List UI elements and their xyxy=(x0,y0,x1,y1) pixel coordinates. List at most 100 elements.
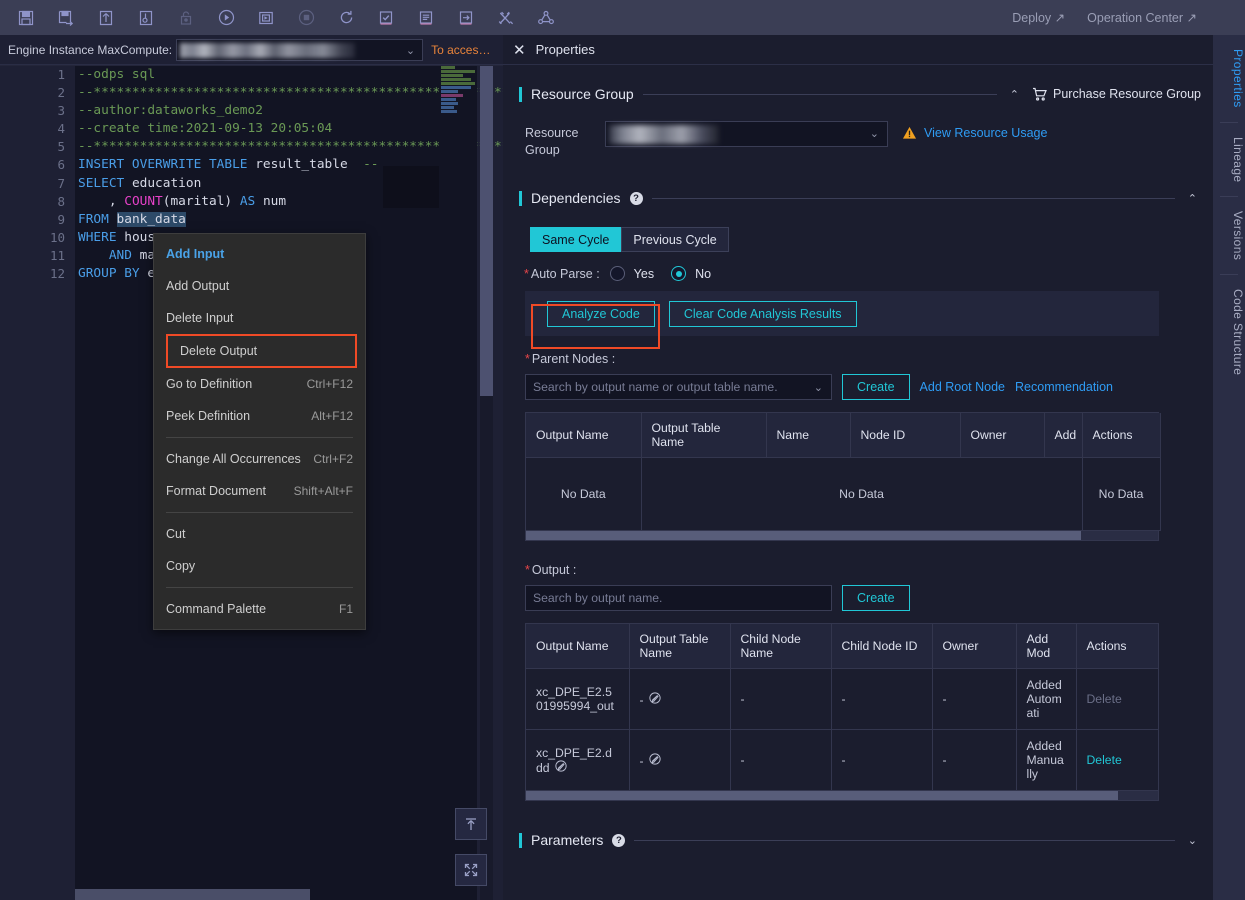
edit-pencil-icon[interactable] xyxy=(649,754,661,768)
context-menu-item[interactable]: Format DocumentShift+Alt+F xyxy=(154,475,365,507)
context-menu-separator xyxy=(166,437,353,438)
output-search-wrapper[interactable] xyxy=(525,585,832,611)
collapse-chevron-icon[interactable]: ⌃ xyxy=(1184,192,1201,205)
close-icon[interactable]: ✕ xyxy=(513,41,526,59)
line-number: 5 xyxy=(0,138,75,156)
side-tab-properties[interactable]: Properties xyxy=(1213,35,1245,122)
save-icon[interactable] xyxy=(6,1,46,35)
editor-horizontal-scrollbar-thumb[interactable] xyxy=(75,889,310,900)
section-divider xyxy=(652,198,1175,199)
auto-parse-radio-no[interactable] xyxy=(671,266,686,281)
chevron-down-icon: ⌄ xyxy=(406,44,415,57)
editor-floating-buttons xyxy=(455,794,487,886)
auto-parse-radio-label: No xyxy=(695,267,711,281)
auto-parse-label: *Auto Parse : xyxy=(524,267,600,281)
context-menu-separator xyxy=(166,512,353,513)
resource-group-select[interactable]: ⌄ xyxy=(605,121,888,147)
required-marker: * xyxy=(525,352,530,366)
lineage-graph-icon[interactable] xyxy=(526,1,566,35)
output-table-hscrollbar[interactable] xyxy=(526,791,1158,800)
code-line[interactable]: --**************************************… xyxy=(75,84,440,102)
debug-icon[interactable] xyxy=(126,1,166,35)
editor-context-menu[interactable]: Add InputAdd OutputDelete InputDelete Ou… xyxy=(153,233,366,630)
delete-output-button: Delete xyxy=(1087,692,1122,706)
side-tab-lineage[interactable]: Lineage xyxy=(1213,123,1245,197)
operation-center-link[interactable]: Operation Center ↗ xyxy=(1087,10,1197,25)
deploy-link[interactable]: Deploy ↗ xyxy=(1012,10,1065,25)
edit-pencil-icon[interactable] xyxy=(649,693,661,707)
parent-nodes-search-wrapper[interactable]: ⌄ xyxy=(525,374,832,400)
help-icon[interactable]: ? xyxy=(612,834,625,847)
editor-vertical-scrollbar-thumb[interactable] xyxy=(480,66,493,396)
analyze-code-button[interactable]: Analyze Code xyxy=(547,301,655,327)
code-line[interactable]: FROM bank_data xyxy=(75,211,440,229)
parent-nodes-create-button[interactable]: Create xyxy=(842,374,910,400)
scroll-to-top-button[interactable] xyxy=(455,808,487,840)
context-menu-item-label: Peek Definition xyxy=(166,409,250,423)
code-token: -- xyxy=(363,157,378,172)
code-line[interactable]: --author:dataworks_demo2 xyxy=(75,102,440,120)
edit-pencil-icon[interactable] xyxy=(555,761,567,775)
context-menu-item[interactable]: Add Input xyxy=(154,238,365,270)
clear-code-analysis-results-button[interactable]: Clear Code Analysis Results xyxy=(669,301,857,327)
output-create-button[interactable]: Create xyxy=(842,585,910,611)
code-line[interactable]: --odps sql xyxy=(75,66,440,84)
minimap-line xyxy=(441,98,456,101)
view-resource-usage-link[interactable]: View Resource Usage xyxy=(902,121,1047,140)
scrollbar-thumb[interactable] xyxy=(526,791,1118,800)
auto-parse-radio-yes[interactable] xyxy=(610,266,625,281)
line-number: 10 xyxy=(0,229,75,247)
scrollbar-thumb[interactable] xyxy=(526,531,1081,540)
run-with-params-icon[interactable] xyxy=(246,1,286,35)
precheck-icon[interactable] xyxy=(366,1,406,35)
run-icon[interactable] xyxy=(206,1,246,35)
cycle-tab-previous-cycle[interactable]: Previous Cycle xyxy=(621,227,728,252)
code-token: result_table xyxy=(255,157,363,172)
code-token: education xyxy=(132,176,201,191)
resource-group-title: Resource Group xyxy=(531,86,634,102)
auto-parse-row: *Auto Parse : YesNo xyxy=(524,266,1213,281)
line-number: 2 xyxy=(0,84,75,102)
editor-hover-shadow xyxy=(383,166,440,208)
fullscreen-button[interactable] xyxy=(455,854,487,886)
expand-chevron-icon[interactable]: ⌄ xyxy=(1184,834,1201,847)
analyze-code-band: Analyze Code Clear Code Analysis Results xyxy=(525,291,1159,336)
output-column-header: Add Mod xyxy=(1016,624,1076,669)
parent-nodes-table-hscrollbar[interactable] xyxy=(526,531,1158,540)
submit-upload-icon[interactable] xyxy=(86,1,126,35)
context-menu-item[interactable]: Command PaletteF1 xyxy=(154,593,365,625)
go-to-icon[interactable] xyxy=(446,1,486,35)
context-menu-item[interactable]: Delete Output xyxy=(168,336,355,366)
side-tab-code-structure[interactable]: Code Structure xyxy=(1213,275,1245,389)
output-search-input[interactable] xyxy=(533,591,831,605)
top-toolbar: Deploy ↗ Operation Center ↗ xyxy=(0,0,1245,35)
add-root-node-link[interactable]: Add Root Node xyxy=(920,380,1005,394)
recommendation-link[interactable]: Recommendation xyxy=(1015,380,1113,394)
delete-output-button[interactable]: Delete xyxy=(1087,753,1122,767)
context-menu-item[interactable]: Add Output xyxy=(154,270,365,302)
engine-instance-select[interactable]: ⌄ xyxy=(176,39,423,61)
format-icon[interactable] xyxy=(486,1,526,35)
context-menu-item[interactable]: Peek DefinitionAlt+F12 xyxy=(154,400,365,432)
output-label: *Output : xyxy=(525,563,1213,577)
parent-nodes-search-input[interactable] xyxy=(533,380,831,394)
to-access-link[interactable]: To acces… xyxy=(431,43,490,57)
help-icon[interactable]: ? xyxy=(630,192,643,205)
section-divider xyxy=(634,840,1174,841)
context-menu-item[interactable]: Cut xyxy=(154,518,365,550)
refresh-icon[interactable] xyxy=(326,1,366,35)
context-menu-item[interactable]: Change All OccurrencesCtrl+F2 xyxy=(154,443,365,475)
code-line[interactable]: --create time:2021-09-13 20:05:04 xyxy=(75,120,440,138)
collapse-chevron-icon[interactable]: ⌃ xyxy=(1006,88,1023,101)
save-as-icon[interactable] xyxy=(46,1,86,35)
context-menu-item[interactable]: Delete Input xyxy=(154,302,365,334)
purchase-resource-group-link[interactable]: Purchase Resource Group xyxy=(1032,87,1201,101)
section-accent-bar xyxy=(519,191,522,206)
context-menu-item[interactable]: Go to DefinitionCtrl+F12 xyxy=(154,368,365,400)
side-tab-versions[interactable]: Versions xyxy=(1213,197,1245,274)
cycle-tab-same-cycle[interactable]: Same Cycle xyxy=(530,227,621,252)
code-line[interactable]: --**************************************… xyxy=(75,138,440,156)
log-icon[interactable] xyxy=(406,1,446,35)
context-menu-item[interactable]: Copy xyxy=(154,550,365,582)
editor-minimap[interactable] xyxy=(439,66,477,900)
